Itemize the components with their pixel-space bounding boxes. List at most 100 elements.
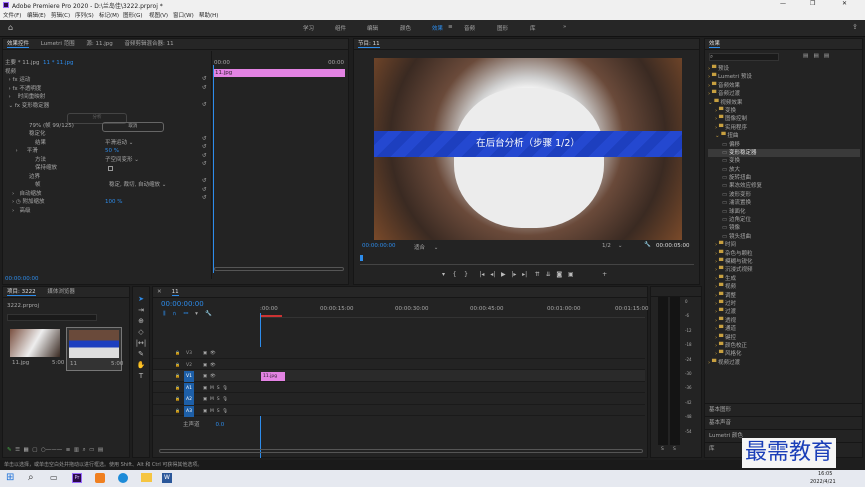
effect-folder[interactable]: › ▀ 键控 bbox=[708, 334, 860, 342]
effect-item[interactable]: ▭ 变形稳定器 bbox=[708, 148, 860, 158]
mark-in-icon[interactable]: { bbox=[453, 271, 457, 278]
panel-essential-graphics[interactable]: 基本图形 bbox=[705, 403, 862, 416]
pen-tool-icon[interactable]: ✎ bbox=[133, 350, 149, 358]
effect-folder[interactable]: › ▀ Lumetri 预设 bbox=[708, 73, 860, 81]
close-button[interactable]: ✕ bbox=[842, 0, 847, 7]
effect-folder[interactable]: › ▀ 沉浸式视频 bbox=[708, 266, 860, 274]
timeline-ruler[interactable]: :00:00 00:00:15:00 00:00:30:00 00:00:45:… bbox=[260, 304, 649, 318]
task-view-icon[interactable]: ▭ bbox=[50, 473, 58, 482]
ec-timecode[interactable]: 00:00:00:00 bbox=[5, 276, 39, 282]
timeline-h-scrollbar[interactable] bbox=[159, 449, 643, 453]
maximize-button[interactable]: ❐ bbox=[810, 0, 815, 7]
solo-left-button[interactable]: S bbox=[661, 447, 664, 452]
effect-folder[interactable]: › ▀ 调整 bbox=[708, 292, 860, 300]
result-dropdown[interactable]: 平滑运动 ⌄ bbox=[105, 139, 133, 148]
sync-eye-icons[interactable]: ▣ 👁 bbox=[200, 351, 216, 356]
workspace-audio[interactable]: 音频 bbox=[464, 24, 475, 32]
clock-time[interactable]: 16:05 bbox=[818, 471, 832, 477]
effect-folder[interactable]: › ▀ 视频 bbox=[708, 283, 860, 291]
additional-scale-value[interactable]: 100 % bbox=[105, 198, 122, 207]
lift-icon[interactable]: ⇈ bbox=[535, 271, 540, 278]
freeform-view-icon[interactable]: ▢ bbox=[32, 447, 37, 453]
menu-file[interactable]: 文件(F) bbox=[3, 11, 21, 19]
lock-icon[interactable]: 🔒 bbox=[175, 373, 180, 378]
program-timecode[interactable]: 00:00:00:00 bbox=[362, 243, 396, 249]
track-target-button[interactable]: V3 bbox=[184, 348, 194, 359]
reset-icon[interactable]: ↺ bbox=[202, 101, 210, 110]
framing-dropdown[interactable]: 稳定, 裁切, 自动缩放 ⌄ bbox=[109, 181, 166, 190]
nest-icon[interactable]: ⫼ bbox=[163, 311, 166, 317]
add-button-icon[interactable]: + bbox=[602, 271, 607, 278]
clock-date[interactable]: 2022/4/21 bbox=[810, 479, 836, 485]
reset-icon[interactable]: ↺ bbox=[202, 75, 210, 84]
track-target-button[interactable]: V1 bbox=[183, 371, 194, 382]
reset-icon[interactable]: ↺ bbox=[202, 186, 210, 195]
new-bin-icon[interactable]: ▭ bbox=[89, 447, 94, 453]
ec-clip-bar[interactable]: 11.jpg bbox=[213, 69, 345, 77]
cancel-button[interactable]: 取消 bbox=[101, 121, 164, 132]
effect-item[interactable]: ▭ 镜像 bbox=[708, 224, 860, 232]
smoothness-value[interactable]: 50 % bbox=[105, 147, 119, 156]
step-back-icon[interactable]: ◂| bbox=[490, 271, 495, 278]
hand-tool-icon[interactable]: ✋ bbox=[133, 361, 149, 369]
effects-search[interactable]: ⌕ bbox=[709, 53, 779, 61]
track-target-button[interactable]: V2 bbox=[184, 360, 194, 371]
effect-folder[interactable]: › ▀ 通道 bbox=[708, 325, 860, 333]
comparison-view-icon[interactable]: ▣ bbox=[568, 271, 574, 278]
effect-folder[interactable]: › ▀ 模糊与锐化 bbox=[708, 258, 860, 266]
new-item-icon[interactable]: ▤ bbox=[98, 447, 103, 453]
sync-eye-icons[interactable]: ▣ 👁 bbox=[200, 363, 216, 368]
track-select-tool-icon[interactable]: ⇥ bbox=[133, 306, 149, 314]
method-dropdown[interactable]: 子空间变形 ⌄ bbox=[105, 156, 139, 165]
effect-folder[interactable]: › ▀ 时间 bbox=[708, 241, 860, 249]
reset-icon[interactable]: ↺ bbox=[202, 135, 210, 144]
lock-icon[interactable]: 🔒 bbox=[175, 385, 180, 390]
preserve-scale-checkbox[interactable] bbox=[108, 166, 113, 171]
workspace-assembly[interactable]: 组件 bbox=[335, 24, 346, 32]
export-frame-icon[interactable]: ◙ bbox=[556, 271, 562, 278]
add-marker-icon[interactable]: ▾ bbox=[442, 271, 445, 278]
track-target-button[interactable]: A2 bbox=[183, 394, 194, 405]
reset-icon[interactable]: ↺ bbox=[202, 194, 210, 203]
minimize-button[interactable]: — bbox=[780, 0, 786, 7]
mark-out-icon[interactable]: } bbox=[464, 271, 468, 278]
lock-icon[interactable]: 🔒 bbox=[175, 362, 180, 367]
effect-item[interactable]: ▭ 边角定位 bbox=[708, 216, 860, 224]
windows-start-icon[interactable]: ⊞ bbox=[6, 472, 14, 483]
track-target-button[interactable]: A1 bbox=[183, 382, 194, 394]
effect-folder[interactable]: › ▀ 音频过渡 bbox=[708, 90, 860, 98]
add-marker-icon[interactable]: ▾ bbox=[195, 311, 198, 317]
linked-selection-icon[interactable]: ⚯ bbox=[184, 311, 189, 317]
tab-media-browser[interactable]: 媒体浏览器 bbox=[47, 289, 75, 295]
razor-tool-icon[interactable]: ◇ bbox=[133, 328, 149, 336]
master-clip-label[interactable]: 主要 * 11.jpg bbox=[5, 60, 40, 66]
tab-effect-controls[interactable]: 效果控件 bbox=[7, 41, 30, 48]
menu-help[interactable]: 帮助(H) bbox=[199, 11, 218, 19]
list-view-icon[interactable]: ☰ bbox=[15, 447, 20, 453]
zoom-slider[interactable]: ○——— bbox=[41, 447, 62, 453]
advanced-row[interactable]: › 高级 bbox=[5, 207, 205, 216]
effect-folder[interactable]: ⌄ ▀ 扭曲 bbox=[708, 132, 860, 140]
project-search[interactable] bbox=[7, 314, 97, 321]
lock-icon[interactable]: 🔒 bbox=[175, 396, 180, 401]
effect-folder[interactable]: › ▀ 过渡 bbox=[708, 308, 860, 316]
premiere-taskbar-icon[interactable]: Pr bbox=[72, 473, 82, 483]
effect-item[interactable]: ▭ 变换 bbox=[708, 157, 860, 165]
go-to-out-icon[interactable]: ▸| bbox=[522, 271, 527, 278]
workspace-learn[interactable]: 学习 bbox=[303, 24, 314, 32]
reset-icon[interactable]: ↺ bbox=[202, 143, 210, 152]
effect-opacity[interactable]: › fx 不透明度 bbox=[5, 85, 205, 94]
fit-dropdown[interactable]: 适合 ⌄ bbox=[414, 243, 438, 251]
menu-edit[interactable]: 编辑(E) bbox=[27, 11, 46, 19]
effect-item[interactable]: ▭ 镜头扭曲 bbox=[708, 233, 860, 241]
32bit-icon[interactable]: ▤ bbox=[813, 53, 818, 59]
program-scrubber[interactable] bbox=[360, 259, 694, 265]
workspace-menu-icon[interactable]: ≡ bbox=[448, 24, 453, 30]
sequence-clip-label[interactable]: 11 * 11.jpg bbox=[43, 60, 74, 66]
accelerated-icon[interactable]: ▤ bbox=[803, 53, 808, 59]
tab-program[interactable]: 节目: 11 bbox=[358, 41, 380, 48]
effect-folder[interactable]: › ▀ 图像控制 bbox=[708, 115, 860, 123]
reset-icon[interactable]: ↺ bbox=[202, 177, 210, 186]
menu-view[interactable]: 视图(V) bbox=[149, 11, 168, 19]
quality-dropdown[interactable]: 1/2 ⌄ bbox=[602, 243, 622, 249]
